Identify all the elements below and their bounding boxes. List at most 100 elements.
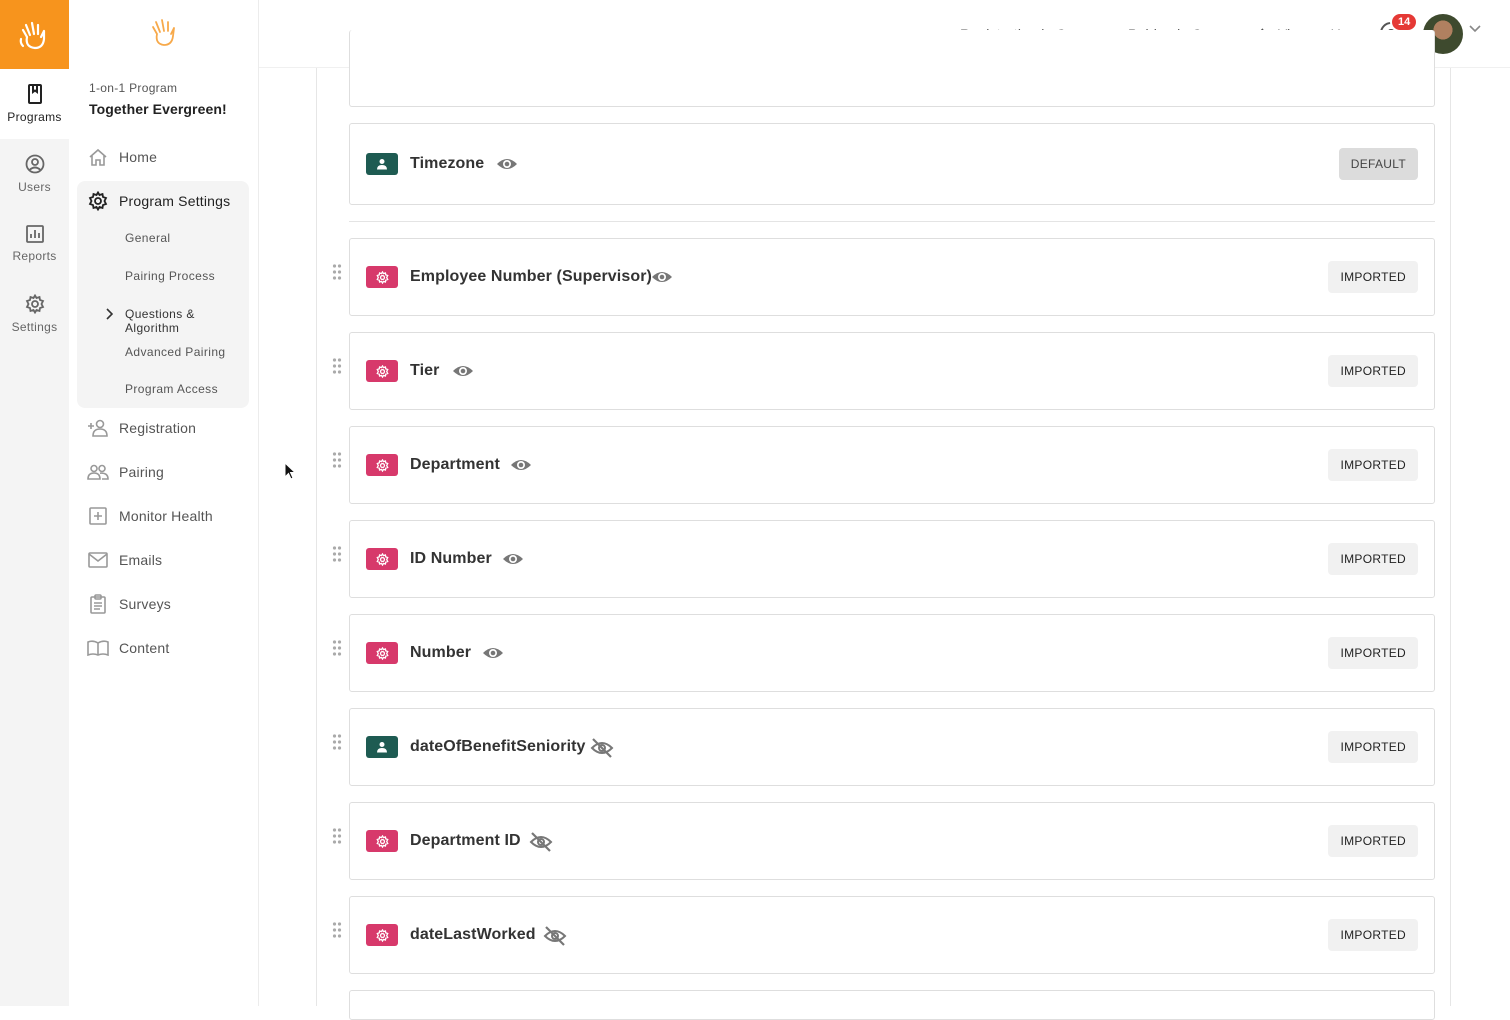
drag-handle[interactable] bbox=[332, 546, 342, 567]
field-source-tag: IMPORTED bbox=[1328, 825, 1418, 857]
mouse-cursor-icon bbox=[284, 462, 296, 480]
nav-label: Content bbox=[119, 640, 170, 656]
field-card[interactable]: Number IMPORTED bbox=[349, 614, 1435, 692]
open-book-icon bbox=[87, 640, 109, 656]
field-card[interactable]: dateOfBenefitSeniority IMPORTED bbox=[349, 708, 1435, 786]
program-sidebar: 1-on-1 Program Together Evergreen! Home … bbox=[69, 0, 259, 1006]
field-label: dateOfBenefitSeniority bbox=[410, 738, 586, 755]
nav-surveys[interactable]: Surveys bbox=[85, 586, 251, 622]
field-label: Department bbox=[410, 456, 500, 473]
field-type-badge bbox=[366, 454, 398, 476]
field-card[interactable]: Employee Number (Supervisor) IMPORTED bbox=[349, 238, 1435, 316]
program-kind: 1-on-1 Program bbox=[89, 81, 178, 95]
drag-handle[interactable] bbox=[332, 828, 342, 849]
visibility-toggle[interactable] bbox=[651, 268, 673, 291]
eye-off-icon bbox=[543, 926, 567, 946]
visibility-toggle[interactable] bbox=[510, 456, 532, 479]
field-card[interactable]: dateLastWorked IMPORTED bbox=[349, 896, 1435, 974]
field-label: Number bbox=[410, 644, 472, 661]
nav-label: Registration bbox=[119, 420, 197, 436]
nav-program-settings[interactable]: Program Settings bbox=[85, 183, 251, 219]
field-card[interactable]: Tier IMPORTED bbox=[349, 332, 1435, 410]
clipboard-icon bbox=[90, 594, 106, 614]
field-source-tag: IMPORTED bbox=[1328, 731, 1418, 763]
rail-item-programs[interactable]: Programs bbox=[0, 69, 69, 139]
nav-monitor-health[interactable]: Monitor Health bbox=[85, 498, 251, 534]
drag-handle-icon bbox=[332, 734, 342, 750]
visibility-toggle[interactable] bbox=[590, 738, 614, 763]
rail-item-users[interactable]: Users bbox=[0, 139, 69, 209]
field-label: Tier bbox=[410, 362, 440, 379]
eye-off-icon bbox=[590, 738, 614, 758]
gear-icon bbox=[375, 458, 389, 472]
field-type-badge bbox=[366, 642, 398, 664]
visibility-toggle[interactable] bbox=[482, 644, 504, 667]
drag-handle-icon bbox=[332, 828, 342, 844]
sub-general[interactable]: General bbox=[125, 231, 171, 245]
drag-handle-icon bbox=[332, 922, 342, 938]
gear-icon bbox=[375, 552, 389, 566]
field-label: ID Number bbox=[410, 550, 492, 567]
program-settings-group: Program Settings General Pairing Process… bbox=[77, 181, 249, 408]
nav-home[interactable]: Home bbox=[85, 139, 251, 175]
sub-program-access[interactable]: Program Access bbox=[125, 382, 218, 396]
drag-handle[interactable] bbox=[332, 358, 342, 379]
visibility-toggle[interactable] bbox=[529, 832, 553, 857]
field-card[interactable]: Department ID IMPORTED bbox=[349, 802, 1435, 880]
visibility-toggle[interactable] bbox=[502, 550, 524, 573]
drag-handle[interactable] bbox=[332, 264, 342, 285]
waving-hand-icon bbox=[19, 21, 45, 49]
nav-label: Emails bbox=[119, 552, 163, 568]
eye-icon bbox=[511, 460, 531, 470]
nav-content[interactable]: Content bbox=[85, 630, 251, 666]
sub-pairing-process[interactable]: Pairing Process bbox=[125, 269, 215, 283]
field-type-badge bbox=[366, 924, 398, 946]
nav-label: Surveys bbox=[119, 596, 171, 612]
chevron-down-icon[interactable] bbox=[1469, 25, 1481, 33]
nav-label: Monitor Health bbox=[119, 508, 213, 524]
visibility-toggle[interactable] bbox=[452, 362, 474, 385]
drag-handle-icon bbox=[332, 358, 342, 374]
reports-icon bbox=[25, 225, 44, 243]
rail-item-label: Programs bbox=[7, 110, 62, 124]
section-divider bbox=[349, 221, 1435, 222]
field-label: Timezone bbox=[410, 155, 485, 172]
drag-handle[interactable] bbox=[332, 452, 342, 473]
field-label: Employee Number (Supervisor) bbox=[410, 268, 652, 285]
drag-handle[interactable] bbox=[332, 922, 342, 943]
content-border-right bbox=[1450, 68, 1451, 1006]
notification-badge[interactable]: 14 bbox=[1390, 12, 1419, 32]
health-plus-icon bbox=[89, 507, 107, 525]
field-type-badge bbox=[366, 153, 398, 175]
app-logo[interactable] bbox=[0, 0, 69, 69]
gear-icon bbox=[375, 646, 389, 660]
field-source-tag: IMPORTED bbox=[1328, 637, 1418, 669]
person-icon bbox=[377, 742, 387, 753]
person-icon bbox=[377, 159, 387, 170]
field-card[interactable]: ID Number IMPORTED bbox=[349, 520, 1435, 598]
field-type-badge bbox=[366, 266, 398, 288]
programs-icon bbox=[27, 84, 42, 104]
nav-emails[interactable]: Emails bbox=[85, 542, 251, 578]
visibility-toggle[interactable] bbox=[543, 926, 567, 951]
sub-advanced-pairing[interactable]: Advanced Pairing bbox=[125, 345, 225, 359]
nav-label: Home bbox=[119, 149, 158, 165]
chevron-right-icon[interactable] bbox=[105, 308, 113, 320]
sub-questions-algorithm[interactable]: Questions & Algorithm bbox=[125, 307, 249, 335]
nav-registration[interactable]: Registration bbox=[85, 410, 251, 446]
gear-icon bbox=[375, 364, 389, 378]
rail-item-reports[interactable]: Reports bbox=[0, 209, 69, 279]
drag-handle[interactable] bbox=[332, 640, 342, 661]
rail-item-settings[interactable]: Settings bbox=[0, 279, 69, 349]
field-card[interactable]: Timezone DEFAULT bbox=[349, 123, 1435, 205]
drag-handle[interactable] bbox=[332, 734, 342, 755]
eye-icon bbox=[503, 554, 523, 564]
users-icon bbox=[25, 154, 44, 174]
gear-icon bbox=[375, 834, 389, 848]
visibility-toggle[interactable] bbox=[496, 155, 518, 178]
program-name: Together Evergreen! bbox=[89, 101, 227, 117]
nav-pairing[interactable]: Pairing bbox=[85, 454, 251, 490]
field-card[interactable]: Department IMPORTED bbox=[349, 426, 1435, 504]
field-label: Department ID bbox=[410, 832, 521, 849]
rail-item-label: Settings bbox=[11, 320, 58, 334]
